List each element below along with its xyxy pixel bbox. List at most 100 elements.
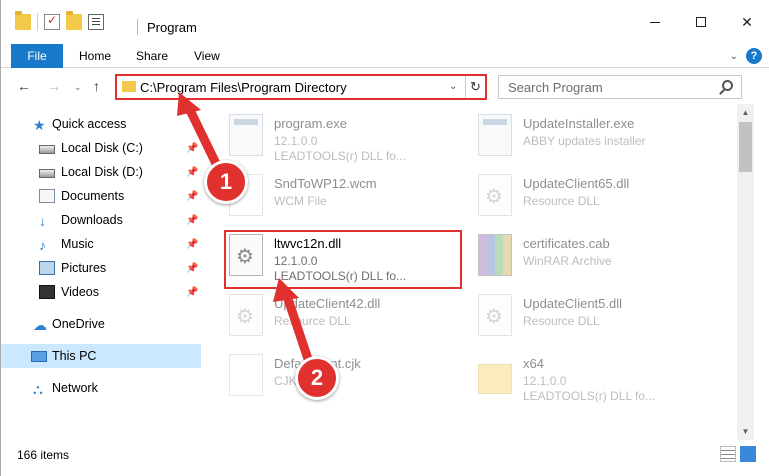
scroll-down-icon[interactable]: ▼ xyxy=(737,423,754,440)
sidebar-item-label: Local Disk (C:) xyxy=(61,141,143,155)
scroll-up-icon[interactable]: ▲ xyxy=(737,104,754,121)
sidebar-item-label: Videos xyxy=(61,285,99,299)
file-name: UpdateClient5.dll xyxy=(523,296,623,311)
file-item[interactable]: UpdateClient42.dll Resource DLL xyxy=(201,288,441,346)
folder-icon xyxy=(15,11,31,30)
tab-share[interactable]: Share xyxy=(136,44,168,68)
step-1-callout: 1 xyxy=(204,160,248,204)
help-icon[interactable]: ? xyxy=(746,48,762,64)
sidebar-item-label: OneDrive xyxy=(52,317,105,331)
sidebar-item-label: Music xyxy=(61,237,94,251)
status-bar: 166 items xyxy=(1,444,769,468)
sidebar-item-label: Downloads xyxy=(61,213,123,227)
sidebar-item-onedrive[interactable]: ☁ OneDrive xyxy=(1,312,201,336)
explorer-window: Program ✕ File Home Share View ⌄ ? ← → ⌄… xyxy=(0,0,769,476)
quick-access-toolbar xyxy=(15,11,104,32)
sidebar-item-quick-access[interactable]: ★ Quick access xyxy=(1,112,201,136)
file-type: Resource DLL xyxy=(274,314,351,328)
file-description: LEADTOOLS(r) DLL fo... xyxy=(274,149,407,163)
sidebar-item-pictures[interactable]: Pictures 📌 xyxy=(1,256,201,280)
dll-icon xyxy=(478,174,512,216)
pin-icon[interactable]: 📌 xyxy=(186,191,198,202)
refresh-button[interactable]: ↻ xyxy=(465,76,485,98)
download-icon: ↓ xyxy=(39,213,46,229)
file-version: 12.1.0.0 xyxy=(523,374,567,388)
tab-home[interactable]: Home xyxy=(79,44,111,68)
pin-icon[interactable]: 📌 xyxy=(186,215,198,226)
pin-icon[interactable]: 📌 xyxy=(186,143,198,154)
details-view-icon[interactable] xyxy=(720,446,736,462)
archive-icon xyxy=(478,234,512,276)
sidebar-item-local-disk-c[interactable]: Local Disk (C:) 📌 xyxy=(1,136,201,160)
file-item[interactable]: x64 12.1.0.0 LEADTOOLS(r) DLL fo... xyxy=(450,348,690,406)
address-dropdown-icon[interactable]: ⌄ xyxy=(449,81,457,92)
large-icons-view-icon[interactable] xyxy=(740,446,756,462)
window-title: Program xyxy=(147,20,197,35)
file-type: WinRAR Archive xyxy=(523,254,612,268)
sidebar-item-music[interactable]: ♪ Music 📌 xyxy=(1,232,201,256)
sidebar-item-this-pc[interactable]: This PC xyxy=(1,344,201,368)
address-path[interactable]: C:\Program Files\Program Directory xyxy=(140,80,347,95)
dll-icon xyxy=(229,294,263,336)
cloud-icon: ☁ xyxy=(33,317,47,333)
search-icon[interactable] xyxy=(722,80,733,91)
minimize-icon xyxy=(650,21,660,23)
sidebar-item-network[interactable]: ⛬ Network xyxy=(1,376,201,400)
minimize-button[interactable] xyxy=(632,8,678,36)
pin-icon[interactable]: 📌 xyxy=(186,239,198,250)
sidebar-item-videos[interactable]: Videos 📌 xyxy=(1,280,201,304)
sidebar-item-label: Quick access xyxy=(52,117,127,131)
close-button[interactable]: ✕ xyxy=(724,8,769,36)
navigation-pane: ★ Quick access Local Disk (C:) 📌 Local D… xyxy=(1,110,201,440)
sidebar-item-label: Documents xyxy=(61,189,125,203)
file-name: program.exe xyxy=(274,116,347,131)
window-controls: ✕ xyxy=(632,8,769,36)
toolbar-divider xyxy=(37,13,38,31)
recent-locations-icon[interactable]: ⌄ xyxy=(74,82,82,93)
file-version: 12.1.0.0 xyxy=(274,134,318,148)
properties-check-icon[interactable] xyxy=(44,13,60,30)
tab-file[interactable]: File xyxy=(11,44,63,68)
file-item[interactable]: UpdateClient5.dll Resource DLL xyxy=(450,288,690,346)
maximize-icon xyxy=(696,17,706,27)
file-item[interactable]: UpdateClient65.dll Resource DLL xyxy=(450,168,690,226)
pin-icon[interactable]: 📌 xyxy=(186,287,198,298)
drive-icon xyxy=(39,145,55,154)
customize-toolbar-icon[interactable] xyxy=(88,14,104,30)
maximize-button[interactable] xyxy=(678,8,724,36)
drive-icon xyxy=(39,169,55,178)
expand-ribbon-icon[interactable]: ⌄ xyxy=(730,51,738,62)
tab-view[interactable]: View xyxy=(194,44,220,68)
sidebar-item-downloads[interactable]: ↓ Downloads 📌 xyxy=(1,208,201,232)
new-folder-icon[interactable] xyxy=(66,11,82,30)
file-highlight-box xyxy=(224,230,462,289)
file-item[interactable]: certificates.cab WinRAR Archive xyxy=(450,228,690,286)
search-input[interactable]: Search Program xyxy=(498,75,742,99)
navigation-bar: ← → ⌄ ↑ C:\Program Files\Program Directo… xyxy=(1,72,769,102)
file-description: LEADTOOLS(r) DLL fo... xyxy=(523,389,656,403)
file-item[interactable]: program.exe 12.1.0.0 LEADTOOLS(r) DLL fo… xyxy=(201,108,441,166)
sidebar-item-label: Network xyxy=(52,381,98,395)
scroll-thumb[interactable] xyxy=(739,122,752,172)
file-item[interactable]: UpdateInstaller.exe ABBY updates install… xyxy=(450,108,690,166)
address-bar[interactable]: C:\Program Files\Program Directory ⌄ ↻ xyxy=(115,74,487,100)
sidebar-item-label: This PC xyxy=(52,349,97,363)
videos-icon xyxy=(39,285,55,299)
item-count: 166 items xyxy=(17,448,70,462)
pin-icon[interactable]: 📌 xyxy=(186,167,198,178)
music-icon: ♪ xyxy=(39,237,46,253)
sidebar-item-documents[interactable]: Documents 📌 xyxy=(1,184,201,208)
file-type: Resource DLL xyxy=(523,194,600,208)
back-button[interactable]: ← xyxy=(17,78,31,94)
file-icon xyxy=(229,354,263,396)
forward-button[interactable]: → xyxy=(47,78,61,94)
sidebar-item-local-disk-d[interactable]: Local Disk (D:) 📌 xyxy=(1,160,201,184)
vertical-scrollbar[interactable]: ▲ ▼ xyxy=(737,104,754,440)
dll-icon xyxy=(478,294,512,336)
view-switcher xyxy=(720,446,756,462)
pin-icon[interactable]: 📌 xyxy=(186,263,198,274)
title-bar: Program ✕ xyxy=(1,0,769,42)
star-icon: ★ xyxy=(33,117,46,133)
file-name: SndToWP12.wcm xyxy=(274,176,377,191)
up-button[interactable]: ↑ xyxy=(93,78,100,94)
